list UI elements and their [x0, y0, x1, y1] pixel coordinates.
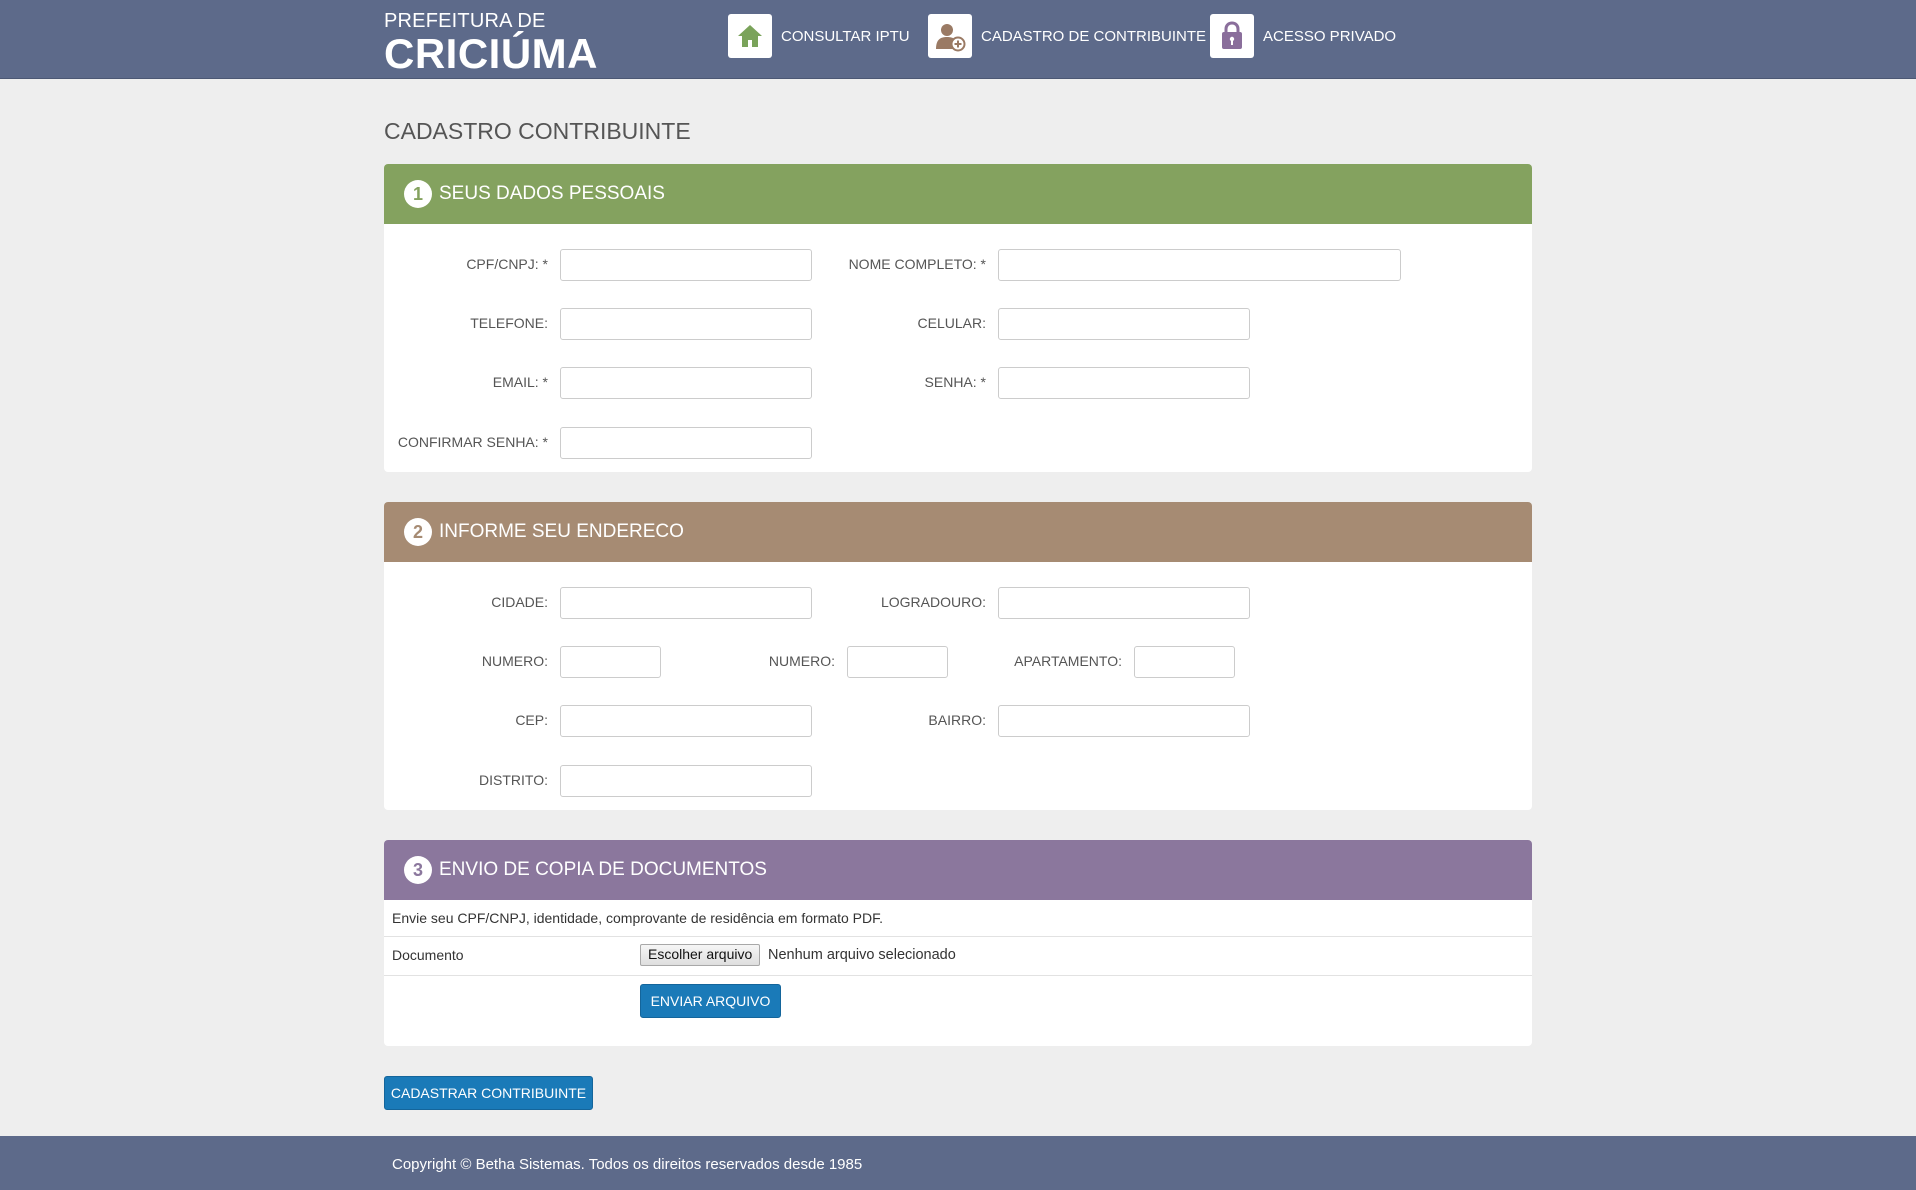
- email-label: EMAIL: *: [492, 374, 548, 390]
- documentos-instructions: Envie seu CPF/CNPJ, identidade, comprova…: [392, 910, 884, 926]
- nav-acesso-privado-label: ACESSO PRIVADO: [1263, 27, 1397, 45]
- senha-label: SENHA: *: [924, 374, 986, 390]
- cep-label: CEP:: [515, 712, 548, 728]
- divider: [384, 975, 1532, 976]
- distrito-label: DISTRITO:: [479, 772, 548, 788]
- step-number-badge: 2: [404, 518, 432, 546]
- panel-dados-pessoais: 1 SEUS DADOS PESSOAIS CPF/CNPJ: * NOME C…: [384, 164, 1532, 472]
- enviar-arquivo-button[interactable]: ENVIAR ARQUIVO: [640, 984, 781, 1018]
- cpf-label: CPF/CNPJ: *: [466, 256, 548, 272]
- celular-input[interactable]: [998, 308, 1250, 340]
- panel-documentos-header: 3 ENVIO DE COPIA DE DOCUMENTOS: [384, 840, 1532, 900]
- senha-input[interactable]: [998, 367, 1250, 399]
- email-input[interactable]: [560, 367, 812, 399]
- logradouro-label: LOGRADOURO:: [880, 594, 986, 610]
- home-icon: [728, 14, 772, 58]
- panel-documentos: 3 ENVIO DE COPIA DE DOCUMENTOS Envie seu…: [384, 840, 1532, 1046]
- bairro-input[interactable]: [998, 705, 1250, 737]
- panel-endereco-title: INFORME SEU ENDERECO: [439, 521, 684, 542]
- choose-file-button[interactable]: Escolher arquivo: [640, 944, 761, 966]
- cep-input[interactable]: [560, 705, 812, 737]
- nav-consultar-iptu[interactable]: CONSULTAR IPTU: [728, 14, 910, 58]
- cidade-input[interactable]: [560, 587, 812, 619]
- lock-icon: [1210, 14, 1254, 58]
- brand-title: CRICIÚMA: [384, 30, 598, 77]
- logradouro-input[interactable]: [998, 587, 1250, 619]
- panel-dados-pessoais-header: 1 SEUS DADOS PESSOAIS: [384, 164, 1532, 224]
- telefone-label: TELEFONE:: [470, 315, 548, 331]
- nav-acesso-privado[interactable]: ACESSO PRIVADO: [1210, 14, 1396, 58]
- brand-logo[interactable]: PREFEITURA DE CRICIÚMA: [384, 10, 598, 75]
- step-number-badge: 1: [404, 180, 432, 208]
- panel-endereco: 2 INFORME SEU ENDERECO CIDADE: LOGRADOUR…: [384, 502, 1532, 810]
- cidade-label: CIDADE:: [491, 594, 548, 610]
- top-navbar: PREFEITURA DE CRICIÚMA CONSULTAR IPTU CA…: [0, 0, 1916, 79]
- distrito-input[interactable]: [560, 765, 812, 797]
- numero-label: NUMERO:: [481, 653, 548, 669]
- panel-endereco-header: 2 INFORME SEU ENDERECO: [384, 502, 1532, 562]
- numero-input[interactable]: [560, 646, 661, 678]
- panel-documentos-title: ENVIO DE COPIA DE DOCUMENTOS: [439, 859, 767, 880]
- nav-cadastro-contribuinte[interactable]: CADASTRO DE CONTRIBUINTE: [928, 14, 1206, 58]
- confirmar-senha-label: CONFIRMAR SENHA: *: [397, 434, 548, 450]
- nav-cadastro-contribuinte-label: CADASTRO DE CONTRIBUINTE: [981, 27, 1207, 45]
- footer: Copyright © Betha Sistemas. Todos os dir…: [0, 1136, 1916, 1190]
- footer-copyright: Copyright © Betha Sistemas. Todos os dir…: [392, 1156, 863, 1173]
- panel-dados-pessoais-title: SEUS DADOS PESSOAIS: [439, 183, 665, 204]
- no-file-selected-text: Nenhum arquivo selecionado: [768, 947, 956, 963]
- add-user-icon: [928, 14, 972, 58]
- celular-label: CELULAR:: [917, 315, 986, 331]
- cadastrar-contribuinte-button[interactable]: CADASTRAR CONTRIBUINTE: [384, 1076, 593, 1110]
- nav-consultar-iptu-label: CONSULTAR IPTU: [781, 27, 910, 45]
- nome-completo-label: NOME COMPLETO: *: [848, 256, 986, 272]
- nome-completo-input[interactable]: [998, 249, 1401, 281]
- cpf-input[interactable]: [560, 249, 812, 281]
- apartamento-label: APARTAMENTO:: [1014, 653, 1122, 669]
- divider: [384, 936, 1532, 937]
- step-number-badge: 3: [404, 856, 432, 884]
- telefone-input[interactable]: [560, 308, 812, 340]
- confirmar-senha-input[interactable]: [560, 427, 812, 459]
- page-title: CADASTRO CONTRIBUINTE: [384, 118, 691, 144]
- documento-label: Documento: [392, 947, 464, 963]
- apartamento-input[interactable]: [1134, 646, 1235, 678]
- bairro-label: BAIRRO:: [928, 712, 986, 728]
- numero-secundario-label: NUMERO:: [768, 653, 835, 669]
- numero-secundario-input[interactable]: [847, 646, 948, 678]
